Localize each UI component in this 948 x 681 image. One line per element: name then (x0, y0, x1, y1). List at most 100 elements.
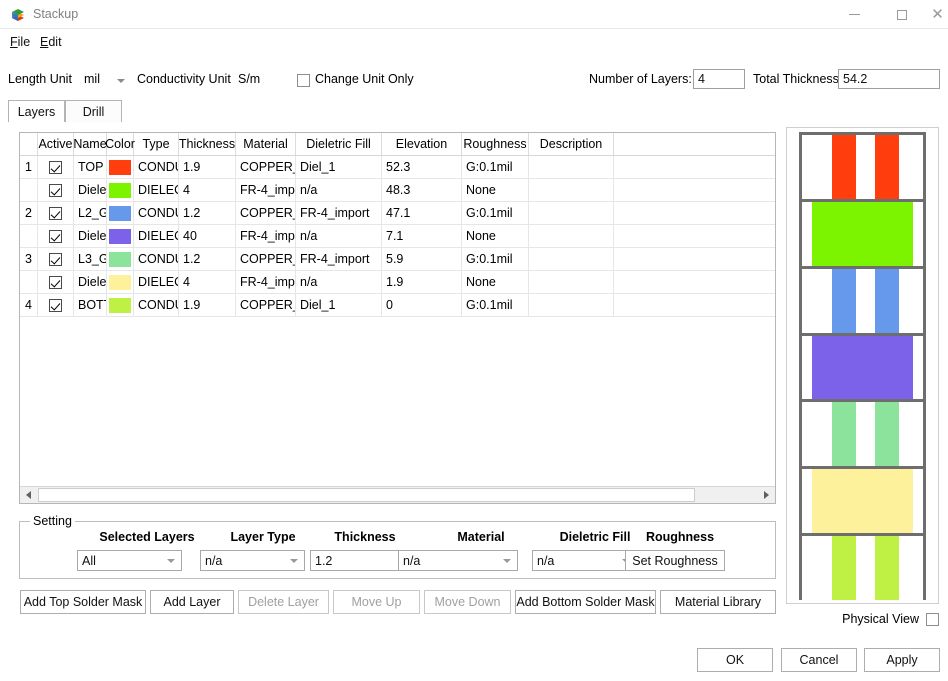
checkbox-icon[interactable] (49, 298, 62, 312)
menu-item-edit[interactable]: Edit (38, 32, 64, 53)
row-roughness[interactable]: None (462, 179, 529, 201)
row-dielfill[interactable]: FR-4_import (296, 202, 382, 224)
color-swatch-icon[interactable] (109, 205, 131, 221)
table-row[interactable]: 4 BOTTOM CONDUCTOR1.9COPPER_importDiel_10G… (20, 294, 775, 317)
setting-dropdown-0[interactable]: All (77, 550, 182, 571)
row-elevation[interactable]: 5.9 (382, 248, 462, 270)
row-material[interactable]: COPPER_import (236, 202, 296, 224)
action-button-add-top-solder-mask[interactable]: Add Top Solder Mask (20, 590, 146, 614)
table-header-index[interactable] (20, 133, 38, 155)
table-row[interactable]: Dielectric_3 DIELECTRIC40FR-4_importn/a7.… (20, 225, 775, 248)
row-material[interactable]: FR-4_import (236, 179, 296, 201)
table-header-dielfill[interactable]: Dieletric Fill (296, 133, 382, 155)
row-active-checkbox[interactable] (38, 248, 74, 270)
checkbox-icon[interactable] (49, 275, 62, 289)
row-elevation[interactable]: 47.1 (382, 202, 462, 224)
row-type[interactable]: DIELECTRIC (134, 225, 179, 247)
tab-drill[interactable]: Drill (65, 100, 122, 122)
color-swatch-icon[interactable] (109, 159, 131, 175)
row-material[interactable]: COPPER_import (236, 156, 296, 178)
row-color-swatch[interactable] (107, 156, 134, 178)
table-header-material[interactable]: Material (236, 133, 296, 155)
action-button-add-layer[interactable]: Add Layer (150, 590, 234, 614)
table-row[interactable]: 3 L3_GND2 CONDUCTOR1.2COPPER_importFR-4_im… (20, 248, 775, 271)
row-name[interactable]: L3_GND2 (74, 248, 107, 270)
set-roughness-button[interactable]: Set Roughness (625, 550, 725, 571)
row-description[interactable] (529, 156, 614, 178)
menu-item-file[interactable]: File (8, 32, 32, 53)
row-description[interactable] (529, 179, 614, 201)
table-header-active[interactable]: Active (38, 133, 74, 155)
row-color-swatch[interactable] (107, 271, 134, 293)
row-color-swatch[interactable] (107, 202, 134, 224)
row-elevation[interactable]: 48.3 (382, 179, 462, 201)
table-row[interactable]: 1 TOP CONDUCTOR1.9COPPER_importDiel_152.3G… (20, 156, 775, 179)
row-color-swatch[interactable] (107, 179, 134, 201)
row-dielfill[interactable]: n/a (296, 225, 382, 247)
table-header-roughness[interactable]: Roughness (462, 133, 529, 155)
action-button-add-bottom-solder-mask[interactable]: Add Bottom Solder Mask (515, 590, 656, 614)
row-material[interactable]: COPPER_import (236, 294, 296, 316)
row-name[interactable]: Dielectric_3 (74, 225, 107, 247)
row-material[interactable]: FR-4_import (236, 271, 296, 293)
row-elevation[interactable]: 52.3 (382, 156, 462, 178)
color-swatch-icon[interactable] (109, 182, 131, 198)
scrollbar-thumb[interactable] (38, 488, 695, 502)
row-type[interactable]: CONDUCTOR (134, 248, 179, 270)
ok-button[interactable]: OK (697, 648, 773, 672)
row-active-checkbox[interactable] (38, 225, 74, 247)
color-swatch-icon[interactable] (109, 297, 131, 313)
number-of-layers-input[interactable]: 4 (693, 69, 745, 89)
scroll-left-button[interactable] (20, 487, 37, 503)
row-dielfill[interactable]: FR-4_import (296, 248, 382, 270)
setting-dropdown-3[interactable]: n/a (398, 550, 518, 571)
setting-dropdown-4[interactable]: n/a (532, 550, 637, 571)
table-row[interactable]: Dielectric_2 DIELECTRIC4FR-4_importn/a48.… (20, 179, 775, 202)
checkbox-icon[interactable] (49, 229, 62, 243)
apply-button[interactable]: Apply (864, 648, 940, 672)
row-name[interactable]: Dielectric_4 (74, 271, 107, 293)
row-active-checkbox[interactable] (38, 179, 74, 201)
table-header-elevation[interactable]: Elevation (382, 133, 462, 155)
row-name[interactable]: Dielectric_2 (74, 179, 107, 201)
horizontal-scrollbar[interactable] (20, 486, 775, 503)
chevron-down-icon[interactable] (503, 559, 511, 563)
row-elevation[interactable]: 0 (382, 294, 462, 316)
cancel-button[interactable]: Cancel (781, 648, 857, 672)
table-row[interactable]: Dielectric_4 DIELECTRIC4FR-4_importn/a1.9… (20, 271, 775, 294)
row-dielfill[interactable]: Diel_1 (296, 156, 382, 178)
row-type[interactable]: CONDUCTOR (134, 294, 179, 316)
row-description[interactable] (529, 271, 614, 293)
minimize-button[interactable] (831, 0, 877, 29)
row-thickness[interactable]: 4 (179, 271, 236, 293)
change-unit-only-checkbox[interactable] (297, 74, 310, 87)
row-material[interactable]: COPPER_import (236, 248, 296, 270)
scroll-right-button[interactable] (758, 487, 775, 503)
row-roughness[interactable]: None (462, 225, 529, 247)
color-swatch-icon[interactable] (109, 251, 131, 267)
table-header-thickness[interactable]: Thickness (179, 133, 236, 155)
row-type[interactable]: DIELECTRIC (134, 271, 179, 293)
row-roughness[interactable]: G:0.1mil (462, 294, 529, 316)
row-color-swatch[interactable] (107, 248, 134, 270)
row-type[interactable]: DIELECTRIC (134, 179, 179, 201)
table-header-name[interactable]: Name (73, 133, 107, 155)
row-roughness[interactable]: G:0.1mil (462, 248, 529, 270)
row-thickness[interactable]: 4 (179, 179, 236, 201)
table-header-description[interactable]: Description (529, 133, 614, 155)
row-material[interactable]: FR-4_import (236, 225, 296, 247)
row-roughness[interactable]: None (462, 271, 529, 293)
close-button[interactable]: ✕ (927, 0, 948, 29)
checkbox-icon[interactable] (49, 252, 62, 266)
row-roughness[interactable]: G:0.1mil (462, 156, 529, 178)
row-type[interactable]: CONDUCTOR (134, 156, 179, 178)
row-dielfill[interactable]: n/a (296, 179, 382, 201)
row-description[interactable] (529, 202, 614, 224)
row-active-checkbox[interactable] (38, 156, 74, 178)
row-active-checkbox[interactable] (38, 271, 74, 293)
action-button-material-library[interactable]: Material Library (660, 590, 776, 614)
table-header-color[interactable]: Color (105, 133, 135, 155)
color-swatch-icon[interactable] (109, 274, 131, 290)
row-thickness[interactable]: 1.2 (179, 202, 236, 224)
row-name[interactable]: L2_GND1 (74, 202, 107, 224)
